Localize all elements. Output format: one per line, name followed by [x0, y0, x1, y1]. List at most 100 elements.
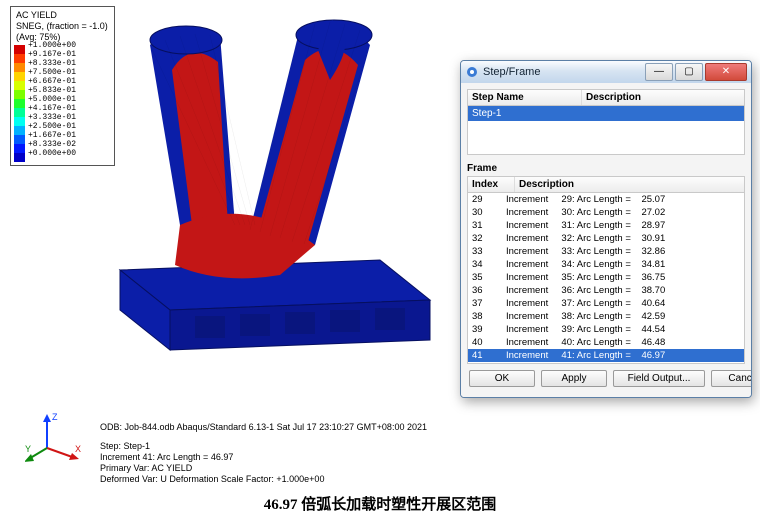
frame-row[interactable]: 31Increment 31: Arc Length = 28.97 [468, 219, 744, 232]
frame-desc: Increment 34: Arc Length = 34.81 [506, 258, 740, 271]
dialog-titlebar[interactable]: Step/Frame — ▢ ✕ [461, 61, 751, 83]
legend-value: +1.667e-01 [28, 131, 76, 140]
frame-row[interactable]: 34Increment 34: Arc Length = 34.81 [468, 258, 744, 271]
frame-index: 32 [472, 232, 506, 245]
cancel-button[interactable]: Cancel [711, 370, 752, 387]
dialog-body: Step Name Description Step-1 Frame Index… [461, 83, 751, 397]
frame-desc: Increment 29: Arc Length = 25.07 [506, 193, 740, 206]
info-block: ODB: Job-844.odb Abaqus/Standard 6.13-1 … [100, 422, 427, 485]
frame-index: 35 [472, 271, 506, 284]
frame-desc: Increment 38: Arc Length = 42.59 [506, 310, 740, 323]
frame-row[interactable]: 40Increment 40: Arc Length = 46.48 [468, 336, 744, 349]
col-frame-desc[interactable]: Description [515, 177, 744, 192]
frame-desc: Increment 41: Arc Length = 46.97 [506, 349, 740, 362]
legend-value: +8.333e-01 [28, 59, 76, 68]
legend-value: +7.500e-01 [28, 68, 76, 77]
legend-swatch [14, 90, 25, 99]
legend-swatch [14, 135, 25, 144]
deformed-var-line: Deformed Var: U Deformation Scale Factor… [100, 474, 427, 485]
legend-value: +5.000e-01 [28, 95, 76, 104]
increment-line: Increment 41: Arc Length = 46.97 [100, 452, 427, 463]
step-row-selected[interactable]: Step-1 [468, 106, 744, 121]
minimize-button[interactable]: — [645, 63, 673, 81]
step-line: Step: Step-1 [100, 441, 427, 452]
frame-index: 37 [472, 297, 506, 310]
frame-row[interactable]: 33Increment 33: Arc Length = 32.86 [468, 245, 744, 258]
primary-var-line: Primary Var: AC YIELD [100, 463, 427, 474]
frame-index: 41 [472, 349, 506, 362]
frame-desc: Increment 31: Arc Length = 28.97 [506, 219, 740, 232]
left-tube [150, 26, 235, 225]
frame-row[interactable]: 30Increment 30: Arc Length = 27.02 [468, 206, 744, 219]
legend-value: +1.000e+00 [28, 41, 76, 50]
figure-caption: 46.97 倍弧长加载时塑性开展区范围 [0, 493, 760, 514]
frame-index: 36 [472, 284, 506, 297]
right-tube [250, 20, 372, 245]
frame-index: 39 [472, 323, 506, 336]
frame-row[interactable]: 37Increment 37: Arc Length = 40.64 [468, 297, 744, 310]
field-output-button[interactable]: Field Output... [613, 370, 705, 387]
legend-swatch [14, 63, 25, 72]
frame-desc: Increment 30: Arc Length = 27.02 [506, 206, 740, 219]
frame-row[interactable]: 29Increment 29: Arc Length = 25.07 [468, 193, 744, 206]
legend-value: +5.833e-01 [28, 86, 76, 95]
step-list[interactable]: Step-1 [467, 106, 745, 155]
legend-value: +0.000e+00 [28, 149, 76, 158]
legend-value: +8.333e-02 [28, 140, 76, 149]
frame-index: 33 [472, 245, 506, 258]
col-step-desc[interactable]: Description [582, 90, 744, 105]
legend-value: +2.500e-01 [28, 122, 76, 131]
legend-swatch [14, 99, 25, 108]
frame-row[interactable]: 36Increment 36: Arc Length = 38.70 [468, 284, 744, 297]
frame-row[interactable]: 35Increment 35: Arc Length = 36.75 [468, 271, 744, 284]
frame-row[interactable]: 38Increment 38: Arc Length = 42.59 [468, 310, 744, 323]
frame-desc: Increment 37: Arc Length = 40.64 [506, 297, 740, 310]
frame-row[interactable]: 39Increment 39: Arc Length = 44.54 [468, 323, 744, 336]
model-viewport[interactable] [80, 10, 460, 380]
frame-index: 34 [472, 258, 506, 271]
legend-swatch [14, 126, 25, 135]
legend-swatch [14, 81, 25, 90]
step-frame-dialog[interactable]: Step/Frame — ▢ ✕ Step Name Description S… [460, 60, 752, 398]
legend-value: +6.667e-01 [28, 77, 76, 86]
dialog-title: Step/Frame [483, 66, 643, 78]
axis-triad: Z X Y [25, 410, 85, 465]
ok-button[interactable]: OK [469, 370, 535, 387]
frame-desc: Increment 39: Arc Length = 44.54 [506, 323, 740, 336]
legend-swatch [14, 54, 25, 63]
frame-row[interactable]: 41Increment 41: Arc Length = 46.97 [468, 349, 744, 362]
frame-grid-header: Index Description [467, 176, 745, 193]
legend-value: +3.333e-01 [28, 113, 76, 122]
axis-x-label: X [75, 444, 81, 454]
frame-row[interactable]: 32Increment 32: Arc Length = 30.91 [468, 232, 744, 245]
model-svg [80, 10, 460, 380]
frame-index: 31 [472, 219, 506, 232]
odb-line: ODB: Job-844.odb Abaqus/Standard 6.13-1 … [100, 422, 427, 433]
step-grid-header: Step Name Description [467, 89, 745, 106]
frame-index: 40 [472, 336, 506, 349]
legend-swatch [14, 144, 25, 153]
legend-value: +4.167e-01 [28, 104, 76, 113]
frame-index: 30 [472, 206, 506, 219]
legend-value: +9.167e-01 [28, 50, 76, 59]
frame-index: 29 [472, 193, 506, 206]
legend-swatch [14, 72, 25, 81]
frame-desc: Increment 36: Arc Length = 38.70 [506, 284, 740, 297]
frame-desc: Increment 35: Arc Length = 36.75 [506, 271, 740, 284]
col-step-name[interactable]: Step Name [468, 90, 582, 105]
frame-desc: Increment 40: Arc Length = 46.48 [506, 336, 740, 349]
app-icon [465, 65, 479, 79]
legend-swatch [14, 45, 25, 54]
axis-y-label: Y [25, 444, 31, 454]
legend-swatch [14, 108, 25, 117]
frame-list[interactable]: 29Increment 29: Arc Length = 25.0730Incr… [467, 193, 745, 364]
close-button[interactable]: ✕ [705, 63, 747, 81]
maximize-button[interactable]: ▢ [675, 63, 703, 81]
frame-section-label: Frame [467, 163, 745, 174]
legend-swatch [14, 117, 25, 126]
frame-index: 38 [472, 310, 506, 323]
col-frame-index[interactable]: Index [468, 177, 515, 192]
dialog-button-row: OK Apply Field Output... Cancel [467, 364, 745, 391]
apply-button[interactable]: Apply [541, 370, 607, 387]
axis-z-label: Z [52, 412, 58, 422]
